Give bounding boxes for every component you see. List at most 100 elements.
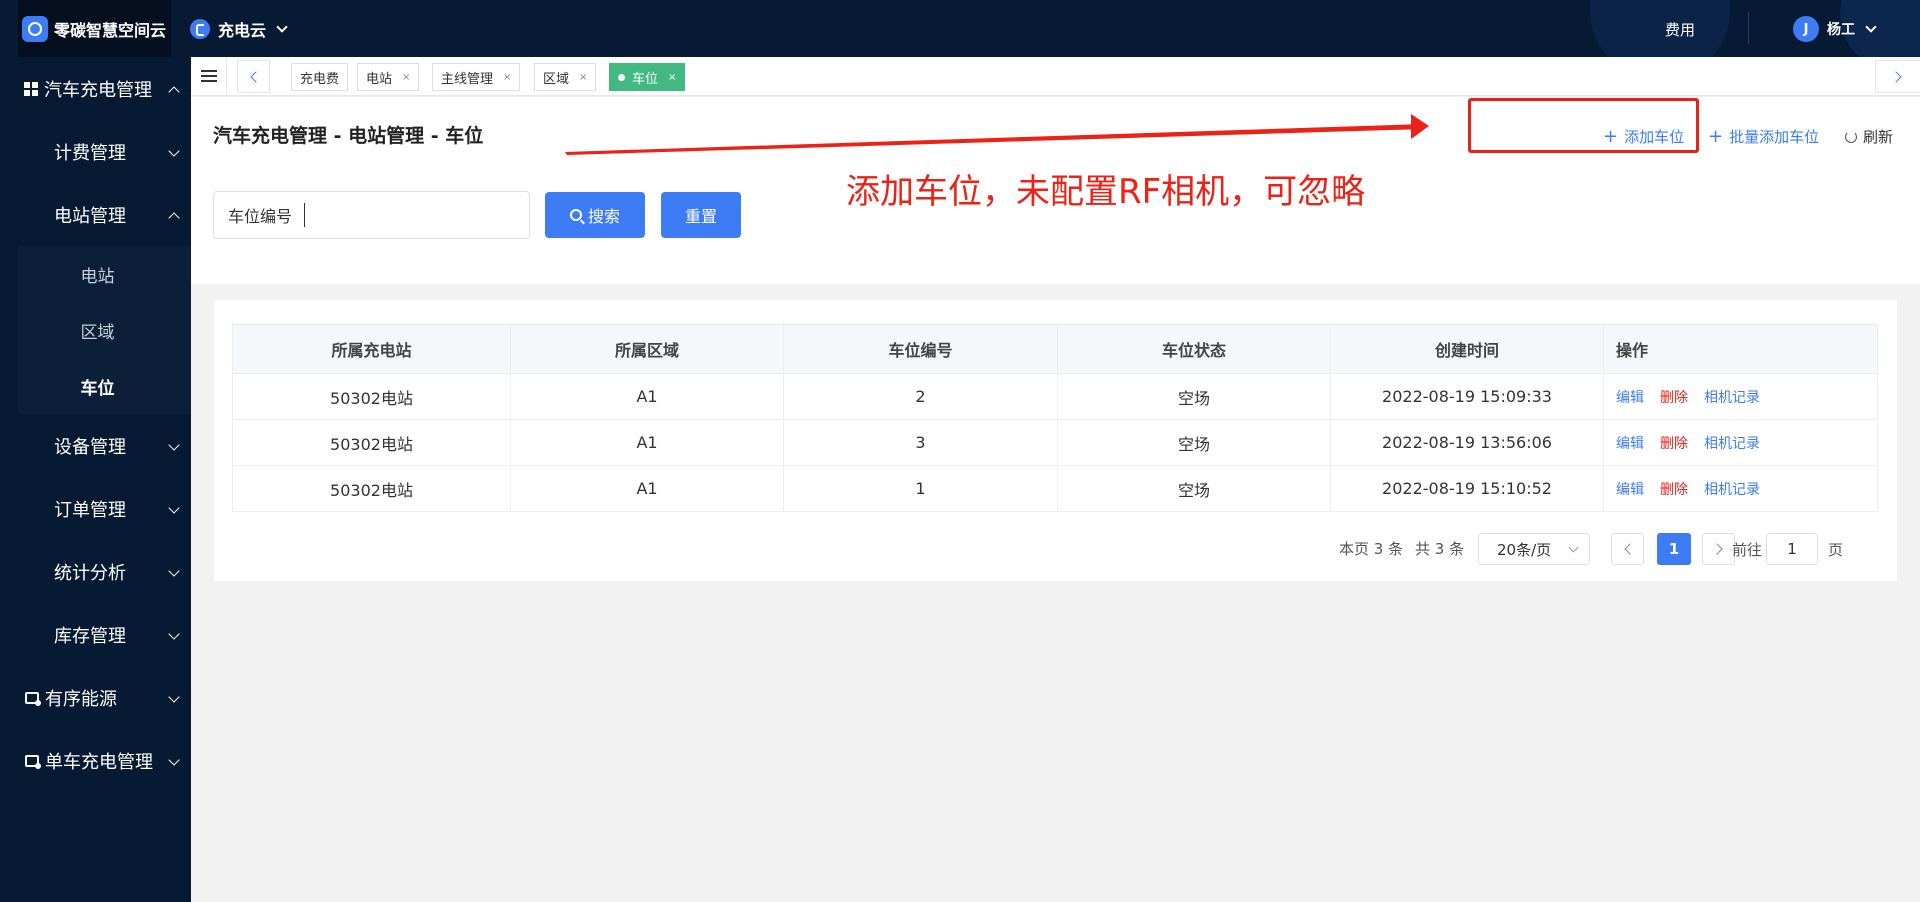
- column-header: 操作: [1603, 324, 1878, 374]
- cell-number: 2: [783, 373, 1058, 420]
- column-header: 创建时间: [1330, 324, 1604, 374]
- delete-link[interactable]: 删除: [1660, 482, 1688, 498]
- table-header-row: 所属充电站 所属区域 车位编号 车位状态 创建时间 操作: [232, 324, 1878, 374]
- reset-button[interactable]: 重置: [661, 192, 741, 238]
- close-icon[interactable]: ×: [402, 72, 410, 83]
- chevron-down-icon: [168, 439, 180, 451]
- sidebar-item-inventory[interactable]: 库存管理: [0, 603, 191, 666]
- edit-link[interactable]: 编辑: [1616, 482, 1644, 498]
- chevron-down-icon: [168, 502, 180, 514]
- search-button-label: 搜索: [587, 207, 620, 226]
- annotation-text: 添加车位，未配置RF相机，可忽略: [846, 172, 1366, 212]
- fee-link[interactable]: 费用: [1665, 19, 1695, 40]
- tabs-scroll-left[interactable]: [237, 60, 270, 93]
- cell-station: 50302电站: [232, 465, 511, 512]
- app-switcher[interactable]: 充电云: [190, 17, 288, 41]
- cell-actions: 编辑 删除 相机记录: [1603, 419, 1878, 466]
- batch-add-parking-button[interactable]: + 批量添加车位: [1708, 126, 1819, 147]
- search-button[interactable]: 搜索: [545, 192, 645, 238]
- column-header: 车位状态: [1057, 324, 1331, 374]
- goto-page-input[interactable]: [1766, 533, 1818, 565]
- brand-name: 零碳智慧空间云: [54, 20, 167, 40]
- goto-label: 前往: [1732, 541, 1763, 559]
- user-menu[interactable]: J 杨工: [1793, 16, 1877, 42]
- table-row: 50302电站 A1 3 空场 2022-08-19 13:56:06 编辑 删除…: [232, 419, 1878, 466]
- sidebar-group-bike-charging[interactable]: 单车充电管理: [0, 729, 191, 792]
- cell-station: 50302电站: [232, 373, 511, 420]
- parking-number-field[interactable]: 车位编号: [213, 191, 530, 239]
- sidebar-subitem-parking[interactable]: 车位: [18, 358, 191, 414]
- sidebar-item-device-mgmt[interactable]: 设备管理: [0, 414, 191, 477]
- total-count-text: 共 3 条: [1415, 540, 1465, 558]
- chevron-down-icon: [276, 21, 288, 33]
- next-page-button[interactable]: [1702, 533, 1735, 565]
- sidebar-item-order-mgmt[interactable]: 订单管理: [0, 477, 191, 540]
- cell-actions: 编辑 删除 相机记录: [1603, 465, 1878, 512]
- camera-record-link[interactable]: 相机记录: [1704, 436, 1760, 452]
- sidebar-group-car-charging[interactable]: 汽车充电管理: [0, 57, 191, 120]
- tab-station[interactable]: 电站 ×: [357, 63, 420, 91]
- picture-icon: [25, 754, 41, 769]
- filter-panel: 汽车充电管理 - 电站管理 - 车位 添加车位，未配置RF相机，可忽略 + 添加…: [191, 97, 1920, 284]
- page-count-text: 本页 3 条: [1339, 540, 1404, 558]
- page-size-select[interactable]: 20条/页: [1478, 533, 1590, 565]
- add-parking-button[interactable]: + 添加车位: [1603, 126, 1684, 147]
- sidebar-item-billing[interactable]: 计费管理: [0, 120, 191, 183]
- chevron-down-icon: [1568, 542, 1579, 553]
- page-number-current[interactable]: 1: [1657, 533, 1691, 565]
- plus-icon: +: [1603, 125, 1619, 147]
- sidebar-group-ordered-energy[interactable]: 有序能源: [0, 666, 191, 729]
- close-icon[interactable]: ×: [503, 72, 511, 83]
- sidebar-subitem-station[interactable]: 电站: [18, 246, 191, 302]
- tab-charging-fee[interactable]: 充电费: [291, 63, 349, 91]
- close-icon[interactable]: ×: [579, 72, 587, 83]
- tab-parking[interactable]: 车位 ×: [609, 63, 686, 91]
- sidebar-subitem-area[interactable]: 区域: [18, 302, 191, 358]
- sidebar: 汽车充电管理 计费管理 电站管理 电站 区域 车位 设备管理 订单管理 统计分析…: [0, 57, 191, 902]
- add-parking-label: 添加车位: [1624, 128, 1685, 146]
- edit-link[interactable]: 编辑: [1616, 390, 1644, 406]
- tabs-bar: 充电费 电站 × 主线管理 × 区域 × 车位 ×: [191, 57, 1920, 96]
- sidebar-item-label: 设备管理: [54, 436, 126, 458]
- search-icon: [569, 209, 582, 221]
- sidebar-item-label: 计费管理: [54, 142, 126, 164]
- delete-link[interactable]: 删除: [1660, 436, 1688, 452]
- tab-label: 充电费: [300, 71, 340, 87]
- cell-created: 2022-08-19 15:09:33: [1330, 373, 1604, 420]
- tab-label: 区域: [543, 71, 570, 87]
- tab-area[interactable]: 区域 ×: [534, 63, 597, 91]
- chevron-down-icon: [168, 691, 180, 703]
- delete-link[interactable]: 删除: [1660, 390, 1688, 406]
- column-header: 所属充电站: [232, 324, 511, 374]
- tab-label: 车位: [632, 71, 659, 87]
- cell-actions: 编辑 删除 相机记录: [1603, 373, 1878, 420]
- user-name: 杨工: [1827, 22, 1855, 38]
- close-icon[interactable]: ×: [668, 72, 676, 83]
- sidebar-item-station-mgmt[interactable]: 电站管理: [0, 183, 191, 246]
- tab-mainline[interactable]: 主线管理 ×: [432, 63, 521, 91]
- table-panel: 所属充电站 所属区域 车位编号 车位状态 创建时间 操作 50302电站 A1 …: [214, 300, 1897, 581]
- camera-record-link[interactable]: 相机记录: [1704, 482, 1760, 498]
- column-header: 车位编号: [783, 324, 1058, 374]
- cell-created: 2022-08-19 13:56:06: [1330, 419, 1604, 466]
- camera-record-link[interactable]: 相机记录: [1704, 390, 1760, 406]
- refresh-button[interactable]: 刷新: [1845, 126, 1893, 147]
- menu-toggle-icon[interactable]: [191, 57, 227, 95]
- chevron-down-icon: [1865, 21, 1877, 33]
- tabs-scroll-right[interactable]: [1875, 60, 1920, 93]
- chevron-up-icon: [168, 86, 180, 98]
- chevron-right-icon: [1890, 70, 1902, 83]
- parking-number-label: 车位编号: [228, 207, 293, 226]
- chevron-down-icon: [168, 145, 180, 157]
- refresh-icon: [1845, 130, 1857, 143]
- cell-area: A1: [510, 465, 784, 512]
- sidebar-item-label: 统计分析: [54, 562, 126, 584]
- brand-logo[interactable]: 零碳智慧空间云: [18, 0, 171, 57]
- divider: [1748, 12, 1749, 44]
- charging-cloud-icon: [190, 19, 210, 39]
- sidebar-item-statistics[interactable]: 统计分析: [0, 540, 191, 603]
- sidebar-item-label: 库存管理: [54, 625, 126, 647]
- edit-link[interactable]: 编辑: [1616, 436, 1644, 452]
- prev-page-button[interactable]: [1611, 533, 1644, 565]
- app-name: 充电云: [218, 21, 267, 40]
